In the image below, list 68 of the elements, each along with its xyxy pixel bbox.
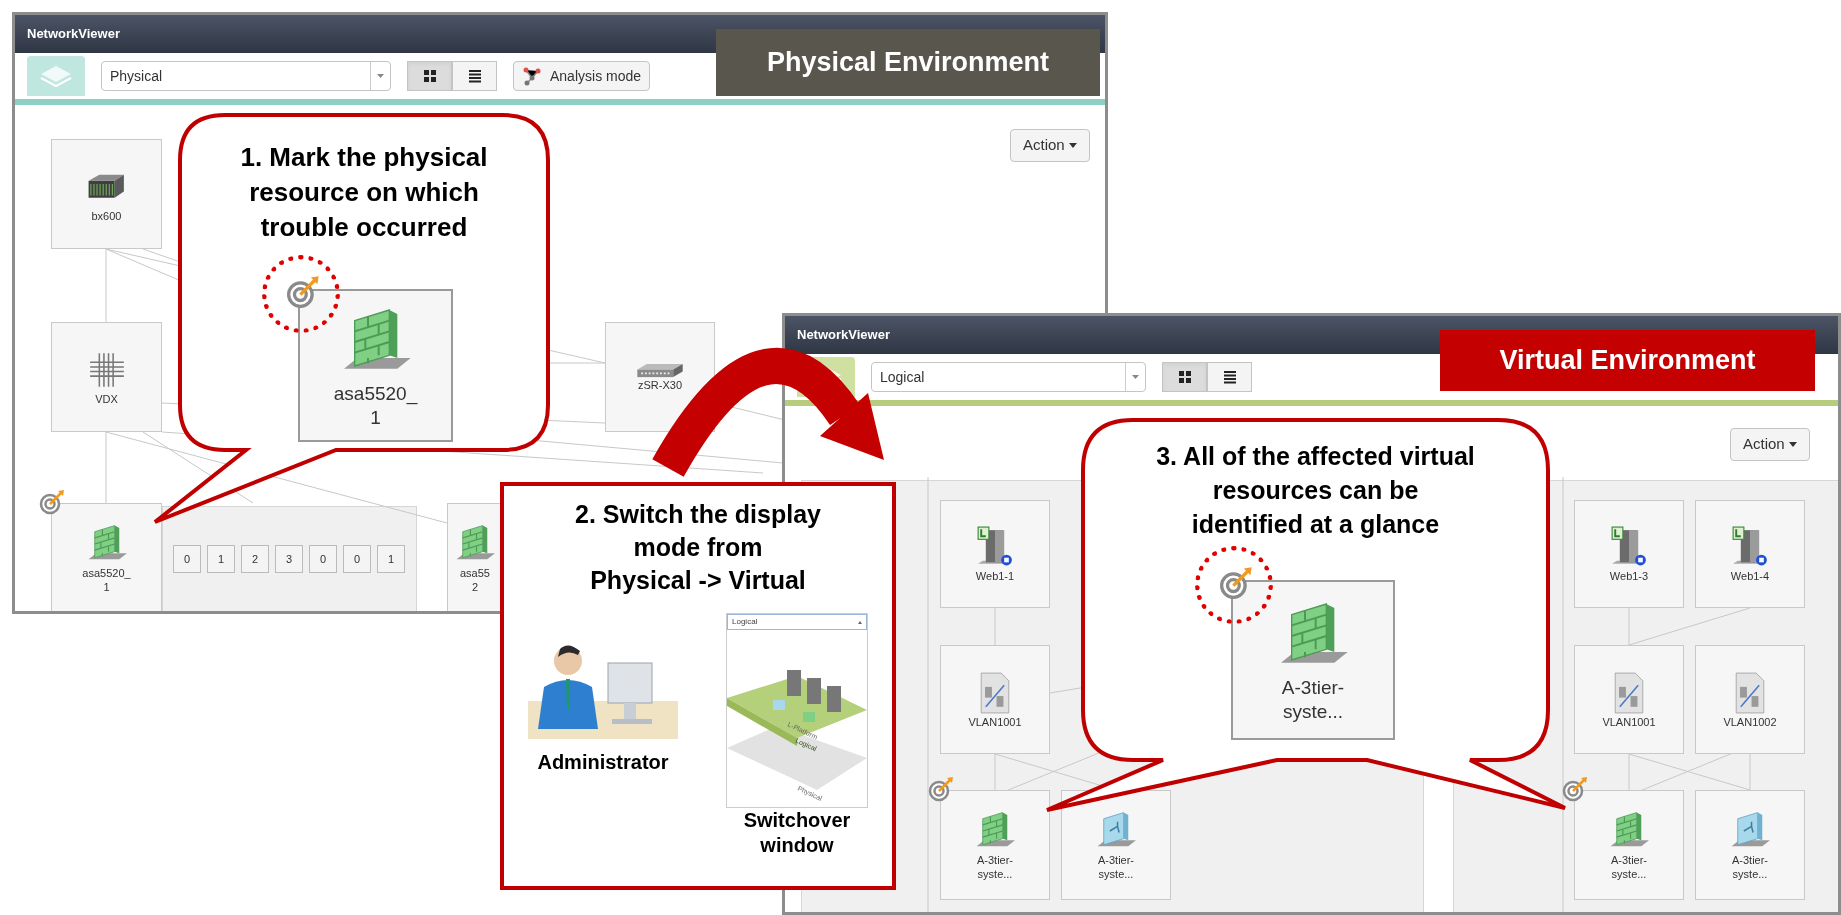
switch-icon: [637, 361, 683, 379]
node-label: VLAN1001: [1602, 715, 1656, 730]
mode-dropdown[interactable]: Logical: [871, 362, 1146, 392]
environment-banner: Virtual Environment: [1440, 330, 1815, 391]
nodes-icon: [522, 66, 542, 86]
port-label: 0: [343, 545, 371, 573]
port-label: 1: [377, 545, 405, 573]
node-card[interactable]: A-3tier- syste...: [1574, 790, 1684, 900]
port-label: 1: [207, 545, 235, 573]
list-icon: [467, 69, 482, 83]
node-label: VLAN1002: [1723, 715, 1777, 730]
node-label: VLAN1001: [968, 715, 1022, 730]
node-label: asa5520_ 1: [333, 381, 418, 430]
node-card[interactable]: A-3tier- syste...: [940, 790, 1050, 900]
node-card[interactable]: Web1-1: [940, 500, 1050, 608]
caret-icon: [858, 620, 862, 624]
action-button[interactable]: Action: [1010, 129, 1090, 162]
node-label: A-3tier- syste...: [1281, 676, 1345, 724]
node-label: Web1-1: [975, 570, 1015, 584]
node-label: bx600: [91, 210, 122, 224]
node-card[interactable]: A-3tier- syste...: [1695, 790, 1805, 900]
node-card[interactable]: asa5520_ 1: [298, 289, 453, 442]
node-label: A-3tier- syste...: [1731, 854, 1769, 882]
view-toggle[interactable]: [452, 61, 497, 91]
node-card[interactable]: VLAN1001: [1574, 645, 1684, 754]
node-label: A-3tier- syste...: [976, 854, 1014, 882]
node-card[interactable]: VLAN1001: [940, 645, 1050, 754]
node-label: A-3tier- syste...: [1610, 854, 1648, 882]
step-text: 2. Switch the display mode from Physical -> Virtual: [574, 499, 822, 596]
port-label: 3: [275, 545, 303, 573]
callout-text: 3. All of the affected virtual resources can be identified at a glance: [1155, 441, 1476, 540]
action-button[interactable]: Action: [1730, 428, 1810, 461]
node-label: asa5520_ 1: [82, 567, 131, 595]
window-title: NetworkViewer: [797, 326, 890, 345]
node-card[interactable]: A-3tier- syste...: [1061, 790, 1171, 900]
port-label: 2: [241, 545, 269, 573]
node-card[interactable]: bx600: [51, 139, 162, 249]
node-label: zSR-X30: [638, 378, 682, 393]
port-label: 0: [309, 545, 337, 573]
node-card[interactable]: asa5520_ 1: [51, 503, 162, 611]
view-toggle[interactable]: [1162, 362, 1207, 392]
grid-icon: [422, 69, 437, 83]
node-label: VDX: [95, 393, 118, 407]
layers-icon: [27, 56, 85, 96]
node-card[interactable]: VLAN1002: [1695, 645, 1805, 754]
node-card[interactable]: asa55 2: [447, 503, 503, 611]
window-caption: Switchover window: [743, 808, 851, 858]
environment-banner: Physical Environment: [716, 29, 1100, 96]
node-card[interactable]: A-3tier- syste...: [1231, 580, 1395, 740]
node-card[interactable]: VDX: [51, 322, 162, 432]
view-toggle[interactable]: [407, 61, 452, 91]
list-icon: [1222, 370, 1237, 384]
node-label: Web1-3: [1609, 570, 1649, 584]
port-label: 0: [173, 545, 201, 573]
person-caption: Administrator: [537, 750, 669, 775]
grid-icon: [1177, 370, 1192, 384]
window-title: NetworkViewer: [27, 25, 120, 44]
callout-text: 1. Mark the physical resource on which trouble occurred: [239, 141, 489, 245]
node-card[interactable]: Web1-4: [1695, 500, 1805, 608]
analysis-mode-button[interactable]: Analysis mode: [513, 61, 651, 91]
mode-dropdown[interactable]: Physical: [101, 61, 391, 91]
node-label: A-3tier- syste...: [1097, 854, 1135, 882]
node-label: Web1-4: [1730, 570, 1770, 584]
view-toggle[interactable]: [1207, 362, 1252, 392]
caret-icon: [1068, 143, 1077, 148]
caret-icon: [1788, 442, 1797, 447]
node-label: asa55 2: [460, 567, 490, 595]
node-card[interactable]: Web1-3: [1574, 500, 1684, 608]
